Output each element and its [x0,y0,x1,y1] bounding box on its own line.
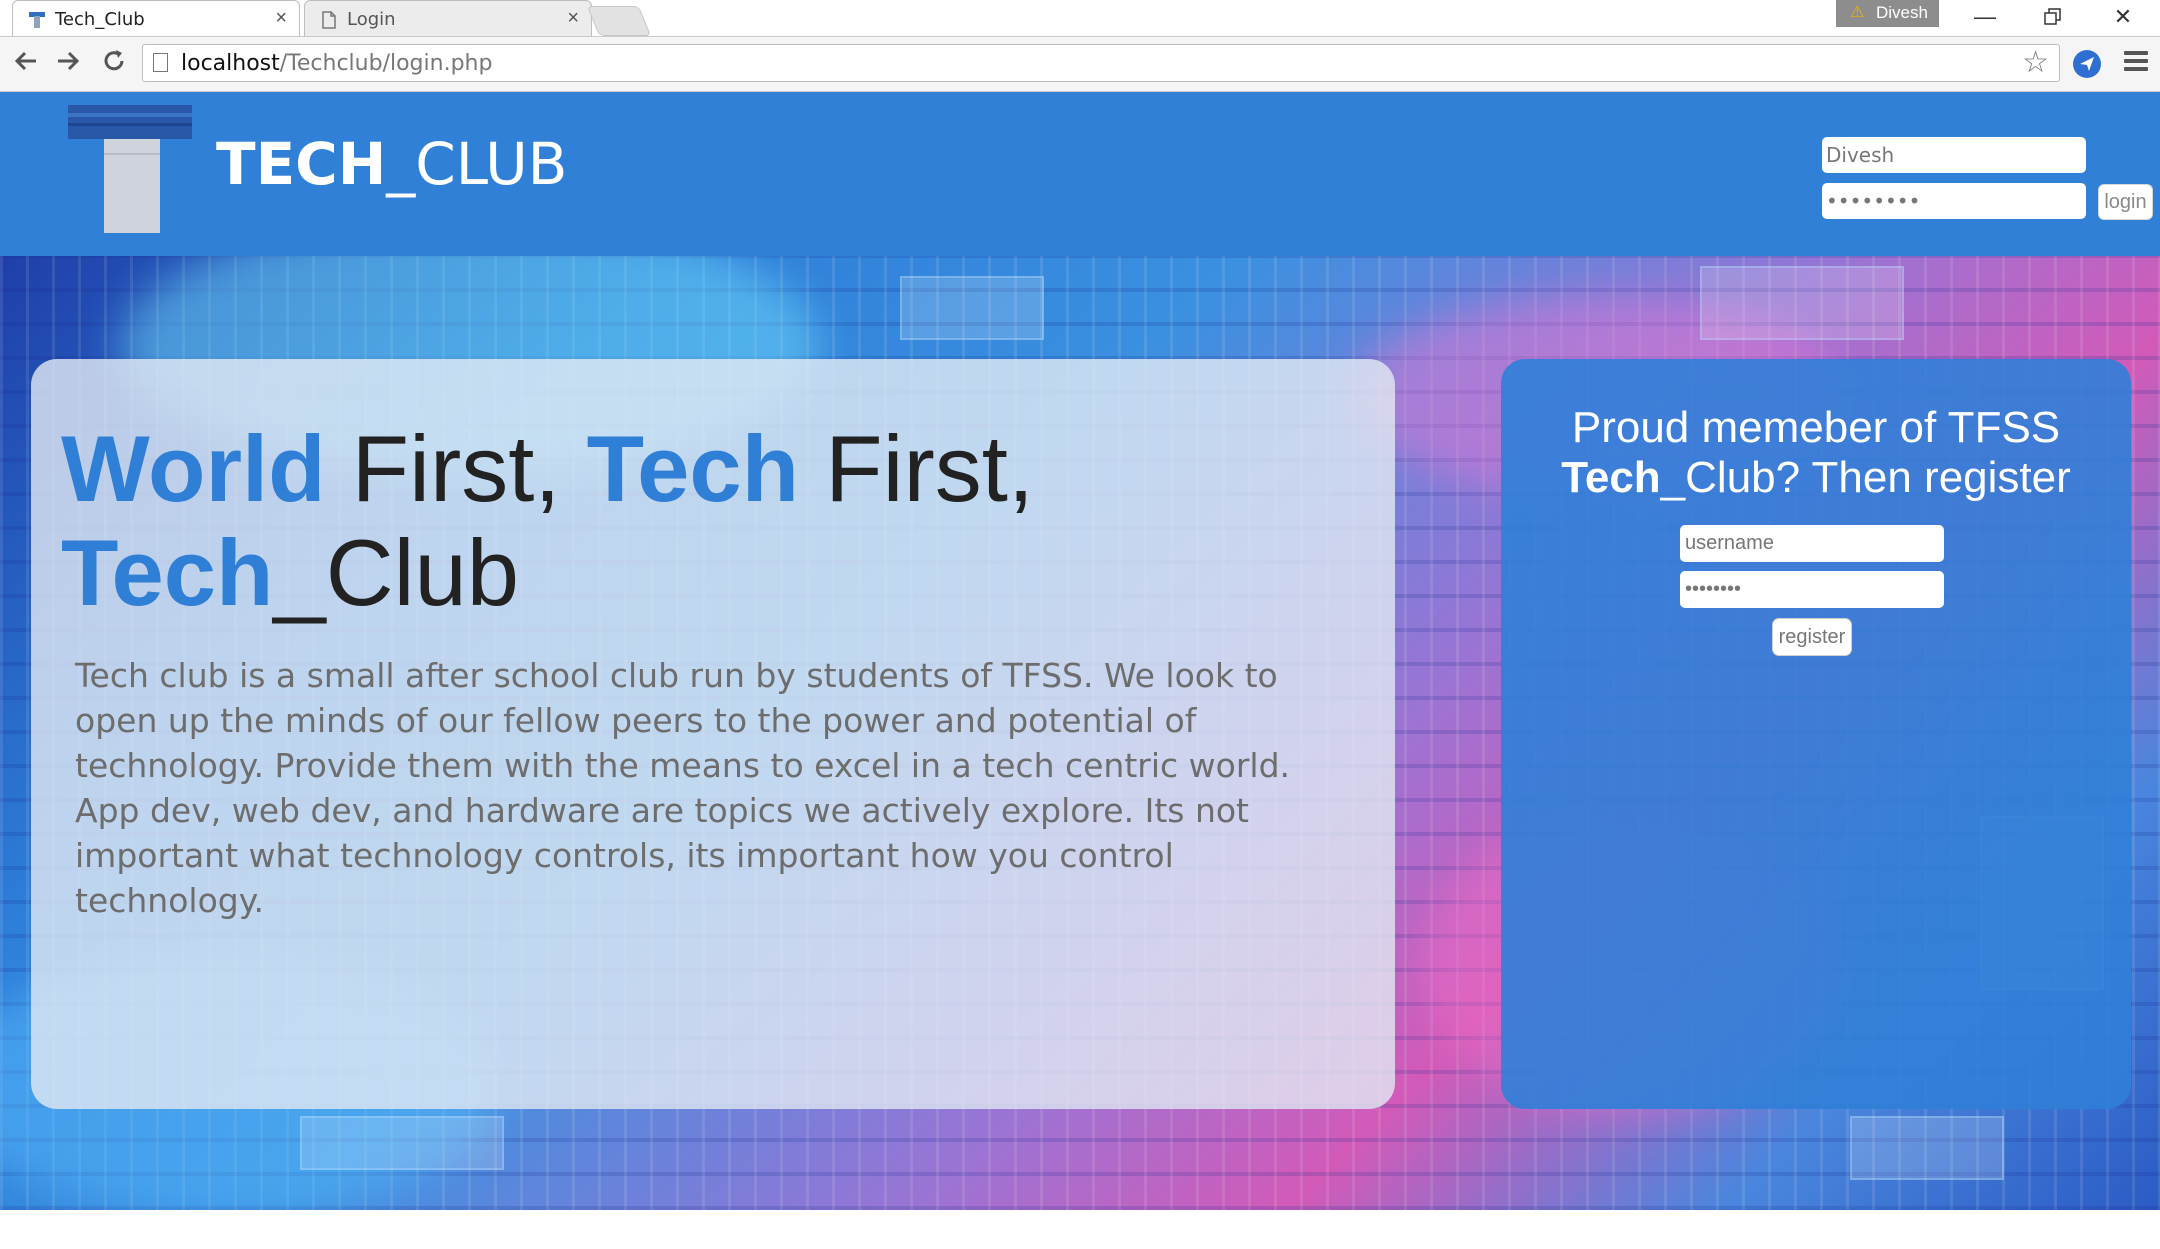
new-tab-button[interactable] [586,6,652,36]
profile-badge[interactable]: ⚠ Divesh [1836,0,1939,27]
window-close-icon[interactable]: ✕ [2098,2,2148,32]
page-icon [153,53,168,72]
menu-hamburger-icon[interactable] [2124,51,2148,75]
warning-icon: ⚠ [1850,4,1865,21]
login-button[interactable]: login [2098,184,2153,220]
tech-club-logo [68,105,192,233]
register-panel: Proud memeber of TFSS Tech_Club? Then re… [1501,359,2131,1109]
hero-headline: World First, Tech First, Tech_Club [61,416,1035,625]
site-header: TECH_CLUB login [0,92,2160,256]
header-password-input[interactable] [1822,183,2086,219]
browser-tab-strip: Tech_Club × Login × ⚠ Divesh — ✕ [0,0,2160,37]
extension-icon[interactable] [2073,50,2101,78]
register-password-input[interactable] [1680,571,1944,608]
address-bar[interactable]: localhost/Techclub/login.php ☆ [142,44,2060,82]
profile-name: Divesh [1876,3,1928,22]
header-username-input[interactable] [1822,137,2086,173]
register-title: Proud memeber of TFSS Tech_Club? Then re… [1561,403,2071,502]
back-arrow-icon[interactable] [10,47,42,79]
brand-title: TECH_CLUB [216,130,568,198]
tab-title: Login [347,9,396,30]
tab-login[interactable]: Login × [304,0,592,36]
page-icon [322,11,336,29]
tab-tech-club[interactable]: Tech_Club × [12,0,300,36]
reload-icon[interactable] [98,47,130,79]
close-icon[interactable]: × [567,7,579,29]
register-username-input[interactable] [1680,525,1944,562]
club-description: Tech club is a small after school club r… [75,656,1291,920]
tab-title: Tech_Club [55,9,145,30]
about-panel: World First, Tech First, Tech_Club Tech … [31,359,1395,1109]
close-icon[interactable]: × [275,7,287,29]
tech-club-favicon-icon [29,12,45,28]
forward-arrow-icon[interactable] [52,47,84,79]
url-text: localhost/Techclub/login.php [181,51,493,76]
minimize-icon[interactable]: — [1960,2,2010,32]
browser-toolbar: localhost/Techclub/login.php ☆ [0,37,2160,92]
page-footer [0,1210,2160,1249]
restore-icon[interactable] [2028,2,2078,32]
bookmark-star-icon[interactable]: ☆ [2022,48,2049,78]
register-button[interactable]: register [1772,618,1852,656]
